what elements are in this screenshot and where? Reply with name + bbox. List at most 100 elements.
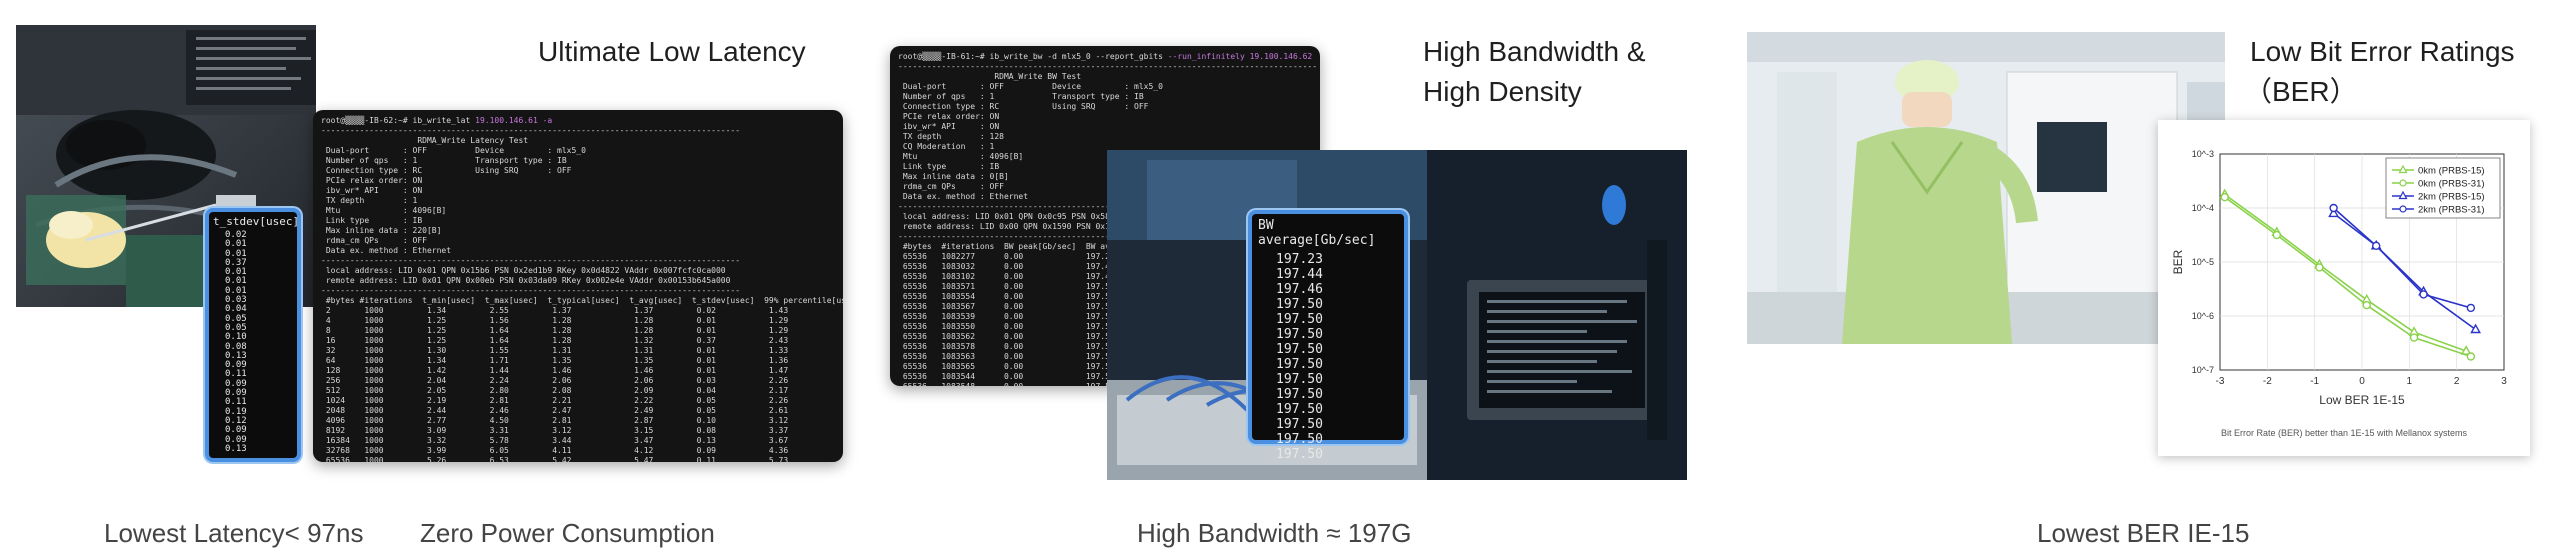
bw-average-value: 197.50 bbox=[1276, 372, 1323, 387]
stdev-value: 0.37 bbox=[225, 257, 247, 268]
legend-label: 2km (PRBS-31) bbox=[2418, 205, 2485, 216]
stdev-value: 0.13 bbox=[225, 443, 247, 454]
section-title-ber-line1: Low Bit Error Ratings bbox=[2250, 36, 2515, 67]
terminal-line: ----------------------------------------… bbox=[321, 126, 741, 135]
terminal-line: RDMA_Write BW Test bbox=[994, 72, 1082, 81]
terminal-line: TX depth : 1 bbox=[325, 196, 418, 205]
legend-label: 2km (PRBS-15) bbox=[2418, 192, 2485, 203]
stdev-value: 0.09 bbox=[225, 434, 247, 445]
legend-label: 0km (PRBS-31) bbox=[2418, 179, 2485, 190]
terminal-line: 16 1000 1.25 1.64 1.28 1.32 0.37 2.43 bbox=[325, 336, 789, 345]
terminal-line: ----------------------------------------… bbox=[321, 256, 741, 265]
legend-marker bbox=[2399, 179, 2407, 187]
terminal-line: Connection type : RC Using SRQ : OFF bbox=[325, 166, 572, 175]
caption-zero-power: Zero Power Consumption bbox=[420, 518, 715, 548]
terminal-line: PCIe relax order: ON bbox=[902, 112, 1000, 121]
bw-average-value: 197.44 bbox=[1276, 267, 1323, 282]
stdev-value: 0.12 bbox=[225, 415, 247, 426]
terminal-line: rdma_cm QPs : OFF bbox=[902, 182, 1004, 191]
section-title-latency: Ultimate Low Latency bbox=[538, 36, 806, 67]
stdev-highlight-panel: t_stdev[usec] 0.02 0.01 0.01 0.37 0.01 0.01 0.… bbox=[205, 208, 301, 462]
caption-high-bandwidth: High Bandwidth ≈ 197G bbox=[1137, 518, 1412, 548]
chart-caption: Bit Error Rate (BER) better than 1E-15 w… bbox=[2221, 428, 2468, 438]
terminal-line: Dual-port : OFF Device : mlx5_0 bbox=[325, 146, 586, 155]
y-tick-label: 10^-4 bbox=[2192, 203, 2214, 213]
terminal-line: Data ex. method : Ethernet bbox=[902, 192, 1029, 201]
terminal-prompt: root@▒▒▒▒-IB-62:~# ib_write_lat bbox=[321, 116, 471, 125]
terminal-line: ibv_wr* API : ON bbox=[325, 186, 423, 195]
terminal-line: RDMA_Write Latency Test bbox=[417, 136, 529, 145]
stdev-value: 0.03 bbox=[225, 295, 247, 306]
data-point bbox=[2272, 230, 2282, 240]
terminal-prompt: root@▒▒▒▒-IB-61:~# ib_write_bw -d mlx5_0… bbox=[898, 52, 1163, 61]
data-point bbox=[2329, 203, 2338, 213]
y-tick-label: 10^-7 bbox=[2192, 365, 2214, 375]
terminal-line: 1024 1000 2.19 2.81 2.21 2.22 0.05 2.26 bbox=[325, 396, 789, 405]
terminal-line: Number of qps : 1 Transport type : IB bbox=[325, 156, 567, 165]
y-tick-label: 10^-3 bbox=[2192, 149, 2214, 159]
data-point bbox=[2466, 352, 2476, 361]
stdev-value: 0.01 bbox=[225, 267, 247, 278]
legend-marker bbox=[2399, 205, 2407, 213]
caption-lowest-latency: Lowest Latency< 97ns bbox=[104, 518, 364, 548]
bw-average-value: 197.50 bbox=[1276, 417, 1323, 432]
bw-average-value: 197.50 bbox=[1276, 327, 1323, 342]
bw-average-header: BW average[Gb/sec] bbox=[1258, 218, 1376, 248]
stdev-value: 0.09 bbox=[225, 360, 247, 371]
legend-label: 0km (PRBS-15) bbox=[2418, 166, 2485, 177]
stdev-value: 0.05 bbox=[225, 313, 247, 324]
terminal-line: 2048 1000 2.44 2.46 2.47 2.49 0.05 2.61 bbox=[325, 406, 789, 415]
stdev-value: 0.01 bbox=[225, 285, 247, 296]
data-point bbox=[2220, 192, 2229, 202]
ber-chart-card: -3 -2 -1 0 1 2 3 10^-3 10^-4 10^-5 10^-6 10^-7 Low B… bbox=[2158, 120, 2530, 456]
cleanroom-photo bbox=[1747, 32, 2225, 344]
bw-average-value: 197.23 bbox=[1276, 252, 1323, 267]
y-axis-label: BER bbox=[2171, 249, 2185, 274]
y-tick-label: 10^-5 bbox=[2192, 257, 2214, 267]
terminal-line: 65536 1000 5.26 6.53 5.42 5.47 0.11 5.73 bbox=[325, 456, 789, 462]
stdev-value: 0.09 bbox=[225, 378, 247, 389]
terminal-line: rdma_cm QPs : OFF bbox=[325, 236, 427, 245]
section-title-bandwidth-line2: High Density bbox=[1423, 76, 1582, 107]
terminal-line: 16384 1000 3.32 5.78 3.44 3.47 0.13 3.67 bbox=[325, 436, 789, 445]
bw-average-highlight-panel: BW average[Gb/sec] 197.23 197.44 197.46 197… bbox=[1248, 210, 1408, 462]
x-tick-label: -2 bbox=[2263, 376, 2272, 387]
stdev-value: 0.11 bbox=[225, 397, 247, 408]
x-tick-label: -3 bbox=[2216, 376, 2225, 387]
bw-average-value: 197.50 bbox=[1276, 447, 1323, 462]
data-point bbox=[2371, 241, 2381, 251]
caption-lowest-ber: Lowest BER IE-15 bbox=[2037, 518, 2250, 548]
terminal-line: Mtu : 4096[B] bbox=[325, 206, 447, 215]
bw-average-value: 197.50 bbox=[1276, 387, 1323, 402]
stdev-value: 0.01 bbox=[225, 248, 247, 259]
terminal-line: 4096 1000 2.77 4.50 2.81 2.87 0.10 3.12 bbox=[325, 416, 789, 425]
stdev-value: 0.13 bbox=[225, 350, 247, 361]
x-tick-label: 2 bbox=[2454, 376, 2460, 387]
stdev-value: 0.10 bbox=[225, 332, 247, 343]
bw-average-value: 197.50 bbox=[1276, 312, 1323, 327]
stdev-value: 0.09 bbox=[225, 425, 247, 436]
stdev-value: 0.05 bbox=[225, 322, 247, 333]
terminal-line: Link type : IB bbox=[902, 162, 1000, 171]
stdev-values: 0.02 0.01 0.01 0.37 0.01 0.01 0.01 0.03 0.04 0.05… bbox=[209, 230, 297, 454]
x-axis-label: Low BER 1E-15 bbox=[2319, 393, 2405, 407]
terminal-line: Link type : IB bbox=[325, 216, 423, 225]
terminal-line: local address: LID 0x01 QPN 0x15b6 PSN 0… bbox=[325, 266, 726, 275]
stdev-value: 0.04 bbox=[225, 304, 247, 315]
stdev-value: 0.01 bbox=[225, 239, 247, 250]
data-point bbox=[2466, 303, 2476, 313]
terminal-line: Data ex. method : Ethernet bbox=[325, 246, 452, 255]
terminal-line: 32 1000 1.30 1.55 1.31 1.31 0.01 1.33 bbox=[325, 346, 789, 355]
terminal-line: Max inline data : 0[B] bbox=[902, 172, 1009, 181]
bw-average-value: 197.50 bbox=[1276, 432, 1323, 447]
terminal-line: #bytes #iterations t_min[usec] t_max[use… bbox=[325, 296, 843, 305]
terminal-line: PCIe relax order: ON bbox=[325, 176, 423, 185]
bw-average-value: 197.50 bbox=[1276, 357, 1323, 372]
bw-average-values: 197.23 197.44 197.46 197.50 197.50 197.50 197.… bbox=[1252, 252, 1404, 462]
x-tick-label: 1 bbox=[2407, 376, 2413, 387]
data-point bbox=[2315, 263, 2324, 272]
bw-average-value: 197.50 bbox=[1276, 402, 1323, 417]
terminal-line: TX depth : 128 bbox=[902, 132, 1004, 141]
ber-chart: -3 -2 -1 0 1 2 3 10^-3 10^-4 10^-5 10^-6 10^-7 Low B… bbox=[2171, 149, 2507, 438]
terminal-line: Connection type : RC Using SRQ : OFF bbox=[902, 102, 1149, 111]
